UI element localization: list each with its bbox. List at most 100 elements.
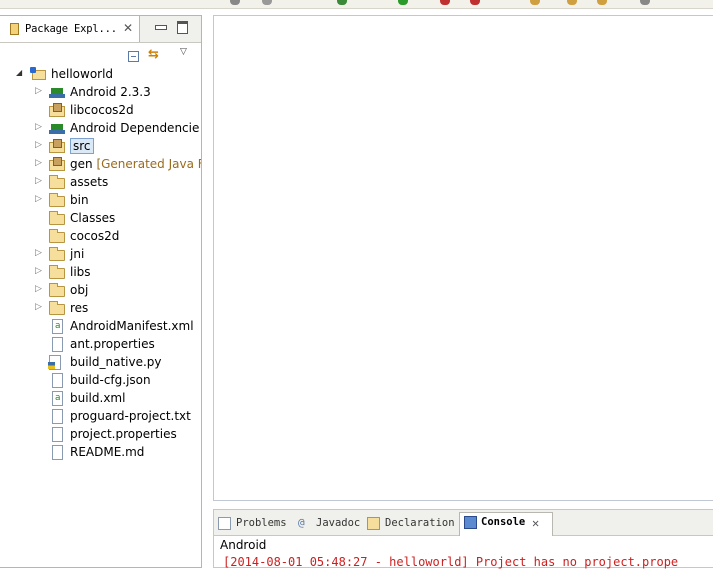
- tree-item-name: build.xml: [70, 391, 126, 405]
- tree-item-name: Classes: [70, 211, 116, 225]
- tree-item-label: gen [Generated Java F: [70, 157, 201, 171]
- collapsed-arrow-icon[interactable]: ▷: [35, 86, 42, 96]
- tree-item[interactable]: ◢ helloworld: [0, 66, 201, 84]
- view-menu-icon[interactable]: ▽: [180, 47, 187, 57]
- folder-icon: [49, 193, 65, 207]
- tree-item[interactable]: build.xml: [0, 390, 201, 408]
- editor-area[interactable]: [213, 15, 713, 501]
- tree-item-label: README.md: [70, 445, 144, 459]
- close-icon[interactable]: ✕: [123, 21, 133, 35]
- toolbar-icon[interactable]: [337, 0, 347, 5]
- tree-item[interactable]: ▷ src: [0, 138, 201, 156]
- toolbar-icon[interactable]: [440, 0, 450, 5]
- tab-console[interactable]: Console ✕: [459, 512, 553, 536]
- tree-item-label: build.xml: [70, 391, 125, 405]
- tree-item[interactable]: build-cfg.json: [0, 372, 201, 390]
- console-name: Android: [220, 538, 267, 552]
- tab-javadoc[interactable]: @ Javadoc: [298, 514, 366, 534]
- tree-item[interactable]: ▷ Android Dependencie: [0, 120, 201, 138]
- collapsed-arrow-icon[interactable]: ▷: [35, 176, 42, 186]
- tree-item-label: Classes: [70, 211, 115, 225]
- tree-item-label: Android Dependencie: [70, 121, 199, 135]
- tree-item-name: assets: [70, 175, 109, 189]
- declaration-icon: [367, 517, 380, 530]
- collapsed-arrow-icon[interactable]: ▷: [35, 284, 42, 294]
- tree-item-label: helloworld: [51, 67, 113, 81]
- tree-item-label: Android 2.3.3: [70, 85, 151, 99]
- tree-item[interactable]: build_native.py: [0, 354, 201, 372]
- package-explorer-tab[interactable]: Package Expl... ✕: [0, 16, 140, 42]
- tab-label: Console: [481, 516, 526, 528]
- tree-item[interactable]: ▷ obj: [0, 282, 201, 300]
- toolbar-icon[interactable]: [567, 0, 577, 5]
- close-icon[interactable]: ✕: [532, 516, 539, 530]
- tree-item[interactable]: Classes: [0, 210, 201, 228]
- toolbar-icon[interactable]: [470, 0, 480, 5]
- tab-label: Problems: [236, 517, 287, 529]
- package-explorer-tab-title: Package Expl...: [25, 23, 117, 35]
- tree-item-name: jni: [70, 247, 85, 261]
- tree-item[interactable]: AndroidManifest.xml: [0, 318, 201, 336]
- library-icon: [49, 85, 65, 100]
- tree-item-decoration: [Generated Java F: [96, 157, 201, 171]
- expanded-arrow-icon[interactable]: ◢: [16, 68, 22, 77]
- source-folder-icon: [49, 139, 65, 153]
- minimize-icon[interactable]: [154, 21, 167, 33]
- toolbar-icon[interactable]: [262, 0, 272, 5]
- tree-item[interactable]: README.md: [0, 444, 201, 462]
- tree-item[interactable]: ▷ assets: [0, 174, 201, 192]
- file-icon: [52, 445, 63, 460]
- tab-problems[interactable]: Problems: [218, 514, 298, 534]
- collapsed-arrow-icon[interactable]: ▷: [35, 194, 42, 204]
- tree-item[interactable]: ▷ gen [Generated Java F: [0, 156, 201, 174]
- tab-declaration[interactable]: Declaration: [367, 514, 459, 534]
- tree-item-name: project.properties: [70, 427, 177, 441]
- folder-icon: [49, 283, 65, 297]
- bottom-tab-bar: Problems @ Javadoc Declaration Console ✕: [214, 510, 713, 536]
- package-explorer-view: Package Expl... ✕ ⇆ ▽ ◢ helloworld ▷ Androi…: [0, 15, 202, 568]
- tree-item[interactable]: ▷ bin: [0, 192, 201, 210]
- toolbar-icon[interactable]: [597, 0, 607, 5]
- collapsed-arrow-icon[interactable]: ▷: [35, 266, 42, 276]
- tree-item-label: build-cfg.json: [70, 373, 151, 387]
- collapsed-arrow-icon[interactable]: ▷: [35, 158, 42, 168]
- tree-item-name: Android Dependencie: [70, 121, 200, 135]
- tree-item-label: res: [70, 301, 88, 315]
- folder-icon: [49, 301, 65, 315]
- toolbar-icon[interactable]: [640, 0, 650, 5]
- tree-item[interactable]: project.properties: [0, 426, 201, 444]
- maximize-icon[interactable]: [176, 21, 189, 34]
- file-icon: [52, 373, 63, 388]
- collapsed-arrow-icon[interactable]: ▷: [35, 122, 42, 132]
- collapsed-arrow-icon[interactable]: ▷: [35, 302, 42, 312]
- tree-item[interactable]: proguard-project.txt: [0, 408, 201, 426]
- tree-item[interactable]: ▷ res: [0, 300, 201, 318]
- xml-file-icon: [52, 319, 63, 334]
- collapsed-arrow-icon[interactable]: ▷: [35, 248, 42, 258]
- package-explorer-toolbar: ⇆ ▽: [0, 43, 201, 65]
- toolbar-icon[interactable]: [230, 0, 240, 5]
- toolbar-icon[interactable]: [530, 0, 540, 5]
- tree-item[interactable]: ▷ libs: [0, 264, 201, 282]
- collapsed-arrow-icon[interactable]: ▷: [35, 140, 42, 150]
- tree-item[interactable]: libcocos2d: [0, 102, 201, 120]
- tree-item[interactable]: cocos2d: [0, 228, 201, 246]
- tree-item-name: Android 2.3.3: [70, 85, 151, 99]
- tree-item-name: helloworld: [51, 67, 114, 81]
- tree-item-name: libs: [70, 265, 91, 279]
- tree-item-name: libcocos2d: [70, 103, 134, 117]
- tree-item[interactable]: ▷ jni: [0, 246, 201, 264]
- folder-icon: [49, 229, 65, 243]
- tree-item-name: AndroidManifest.xml: [70, 319, 194, 333]
- tree-item-name: cocos2d: [70, 229, 120, 243]
- tree-item[interactable]: ▷ Android 2.3.3: [0, 84, 201, 102]
- folder-icon: [49, 265, 65, 279]
- tree-item[interactable]: ant.properties: [0, 336, 201, 354]
- link-with-editor-icon[interactable]: ⇆: [148, 47, 159, 62]
- collapse-all-icon[interactable]: [128, 51, 139, 62]
- library-icon: [49, 121, 65, 136]
- file-icon: [52, 409, 63, 424]
- tab-label: Declaration: [385, 517, 455, 529]
- toolbar-icon[interactable]: [398, 0, 408, 5]
- file-icon: [52, 337, 63, 352]
